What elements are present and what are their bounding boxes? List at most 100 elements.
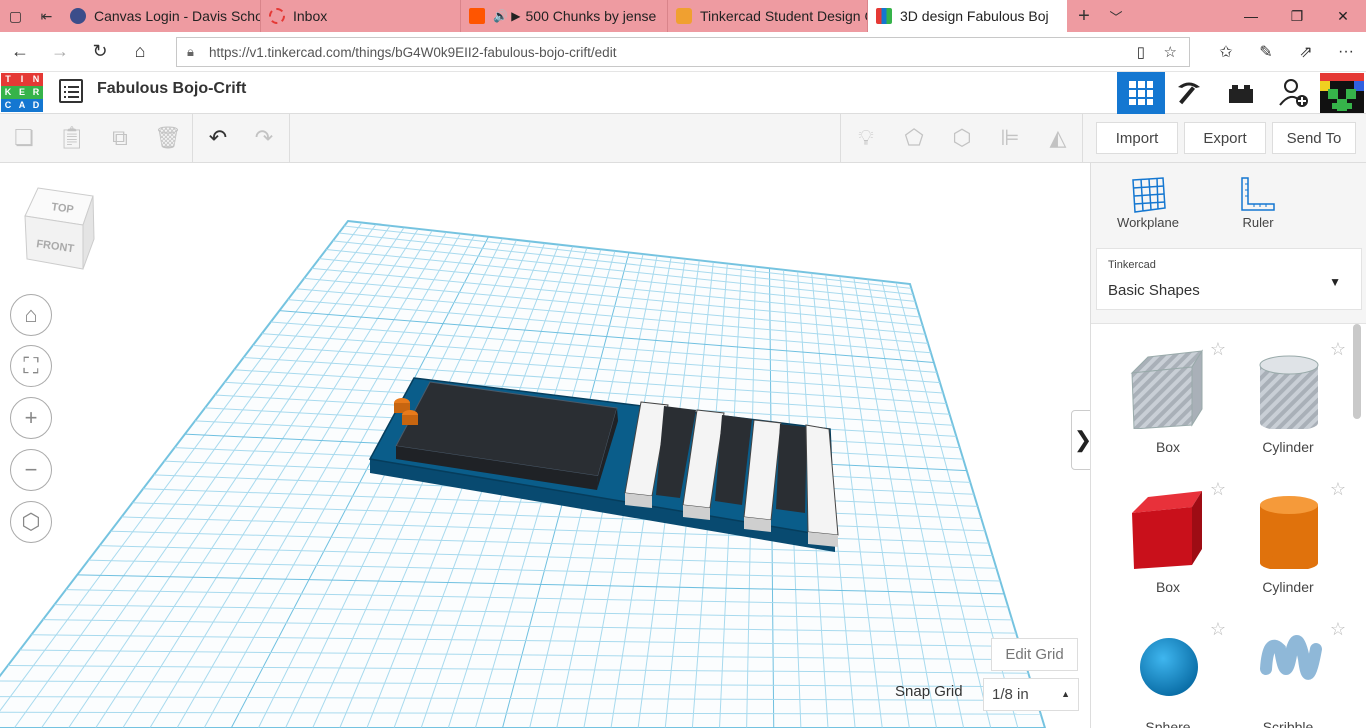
redo-icon[interactable]: ↷ <box>240 114 288 162</box>
workplane-icon <box>1103 175 1193 215</box>
browser-tab[interactable]: Canvas Login - Davis Schoo <box>62 0 261 32</box>
browser-tab[interactable]: Inbox <box>261 0 461 32</box>
tab-list-chevron-icon[interactable]: ﹀ <box>1101 7 1131 26</box>
reading-view-icon[interactable]: ▯ <box>1137 43 1145 61</box>
group-icon[interactable]: ⬠ <box>890 114 938 162</box>
snap-grid-value: 1/8 in <box>992 686 1029 703</box>
favorite-star-icon[interactable]: ☆ <box>1210 619 1226 640</box>
tinkercad-student-favicon <box>676 8 692 24</box>
ruler-label: Ruler <box>1242 215 1274 230</box>
soundcloud-favicon <box>469 8 485 24</box>
set-aside-tabs-icon[interactable]: ⇤ <box>31 0 62 32</box>
favorite-star-icon[interactable]: ☆ <box>1330 339 1346 360</box>
lightbulb-icon[interactable]: 💡︎ <box>842 114 890 162</box>
shape-library-select[interactable]: Tinkercad Basic Shapes ▼ <box>1096 248 1362 310</box>
forward-icon[interactable]: → <box>40 32 80 72</box>
tab-title: Canvas Login - Davis Schoo <box>94 8 261 24</box>
browser-tab[interactable]: 🔊 ▶ 500 Chunks by jense <box>461 0 668 32</box>
paste-icon[interactable]: 📋︎ <box>48 114 96 162</box>
browser-tab-bar: ▢ ⇤ Canvas Login - Davis Schoo Inbox 🔊 ▶… <box>0 0 1366 32</box>
workplane-tool[interactable]: Workplane <box>1103 175 1193 230</box>
url-field[interactable]: 🔒︎ https://v1.tinkercad.com/things/bG4W0… <box>176 37 1190 67</box>
duplicate-icon[interactable]: ⧉ <box>96 114 144 162</box>
workplane-scene[interactable]: TOP FRONT <box>0 163 1090 728</box>
add-user-icon[interactable] <box>1270 72 1318 114</box>
dropdown-arrow-icon: ▼ <box>1329 275 1341 289</box>
shape-orange-cylinder[interactable]: ☆ Cylinder <box>1228 469 1348 604</box>
snap-grid-select[interactable]: 1/8 in ▲ <box>983 678 1079 711</box>
pen-icon[interactable]: ✎ <box>1246 32 1286 72</box>
select-arrow-icon: ▲ <box>1061 689 1070 699</box>
design-menu-icon[interactable] <box>59 79 83 103</box>
tab-title: 3D design Fabulous Boj <box>900 8 1049 24</box>
grid-view-icon[interactable] <box>1117 72 1165 114</box>
ungroup-icon[interactable]: ⬡ <box>938 114 986 162</box>
favorite-star-icon[interactable]: ☆ <box>1164 43 1177 61</box>
refresh-icon[interactable]: ↻ <box>80 32 120 72</box>
ruler-icon <box>1213 175 1303 215</box>
view-cube[interactable]: TOP FRONT <box>24 187 95 270</box>
close-window-icon[interactable]: ✕ <box>1320 0 1366 32</box>
copy-icon[interactable]: ❏ <box>0 114 48 162</box>
import-button[interactable]: Import <box>1096 122 1178 154</box>
tab-title: Inbox <box>293 8 328 24</box>
app-header: T I N K E R C A D Fabulous Bojo-Crift <box>0 72 1366 114</box>
perspective-icon[interactable]: ⬡ <box>10 501 52 543</box>
favorite-star-icon[interactable]: ☆ <box>1210 479 1226 500</box>
new-tab-icon[interactable]: + <box>1067 5 1101 28</box>
audio-playing-icon[interactable]: 🔊 ▶ <box>493 9 521 23</box>
tab-preview-icon[interactable]: ▢ <box>0 0 31 32</box>
undo-icon[interactable]: ↶ <box>194 114 242 162</box>
shape-label: Sphere <box>1145 719 1191 728</box>
lego-brick-icon[interactable] <box>1217 72 1265 114</box>
pickaxe-icon[interactable] <box>1165 72 1213 114</box>
favorite-star-icon[interactable]: ☆ <box>1330 479 1346 500</box>
browser-tab[interactable]: Tinkercad Student Design C <box>668 0 868 32</box>
browser-tab-active[interactable]: 3D design Fabulous Boj <box>868 0 1067 32</box>
shapes-panel: Workplane Ruler Tinkercad Basic Shapes ▼… <box>1090 163 1366 728</box>
fit-view-icon[interactable]: ⛶ <box>10 345 52 387</box>
export-button[interactable]: Export <box>1184 122 1266 154</box>
more-icon[interactable]: ··· <box>1326 32 1366 72</box>
favorite-star-icon[interactable]: ☆ <box>1330 619 1346 640</box>
back-icon[interactable]: ← <box>0 32 40 72</box>
inbox-favicon <box>269 8 285 24</box>
shape-hole-cylinder[interactable]: ☆ Cylinder <box>1228 329 1348 464</box>
workplane-label: Workplane <box>1117 215 1179 230</box>
delete-icon[interactable]: 🗑︎ <box>144 114 192 162</box>
align-icon[interactable]: ⊫ <box>986 114 1034 162</box>
zoom-in-icon[interactable]: + <box>10 397 52 439</box>
home-icon[interactable]: ⌂ <box>120 32 160 72</box>
send-to-button[interactable]: Send To <box>1272 122 1356 154</box>
lock-icon: 🔒︎ <box>187 44 194 59</box>
shape-sphere[interactable]: ☆ Sphere <box>1108 609 1228 728</box>
shape-label: Scribble <box>1262 719 1314 728</box>
maximize-icon[interactable]: ❐ <box>1274 0 1320 32</box>
ruler-tool[interactable]: Ruler <box>1213 175 1303 230</box>
shape-red-box[interactable]: ☆ Box <box>1108 469 1228 604</box>
favorites-icon[interactable]: ✩ <box>1206 32 1246 72</box>
shape-hole-box[interactable]: ☆ Box <box>1108 329 1228 464</box>
minimize-icon[interactable]: — <box>1228 0 1274 32</box>
tinkercad-logo[interactable]: T I N K E R C A D <box>0 72 45 114</box>
tinkercad-favicon <box>876 8 892 24</box>
avatar[interactable] <box>1318 72 1366 114</box>
shape-label: Box <box>1155 439 1181 455</box>
design-viewport[interactable]: TOP FRONT ⌂ ⛶ + − ⬡ Edit Grid Snap Grid … <box>0 163 1090 728</box>
canvas-favicon <box>70 8 86 24</box>
edit-toolbar: ❏ 📋︎ ⧉ 🗑︎ ↶ ↷ 💡︎ ⬠ ⬡ ⊫ ◭ Import Export S… <box>0 114 1366 163</box>
library-category: Tinkercad <box>1108 259 1156 271</box>
scrollbar[interactable] <box>1353 324 1361 419</box>
favorite-star-icon[interactable]: ☆ <box>1210 339 1226 360</box>
zoom-out-icon[interactable]: − <box>10 449 52 491</box>
address-bar-row: ← → ↻ ⌂ 🔒︎ https://v1.tinkercad.com/thin… <box>0 32 1366 72</box>
shapes-grid: ☆ Box ☆ Cylinder ☆ Box ☆ Cylinder ☆ Sphe… <box>1091 323 1366 728</box>
design-title[interactable]: Fabulous Bojo-Crift <box>97 80 246 98</box>
edit-grid-button[interactable]: Edit Grid <box>991 638 1078 671</box>
url-text: https://v1.tinkercad.com/things/bG4W0k9E… <box>209 44 617 60</box>
shape-label: Box <box>1155 579 1181 595</box>
shape-scribble[interactable]: ☆ Scribble <box>1228 609 1348 728</box>
share-icon[interactable]: ⇗ <box>1286 32 1326 72</box>
mirror-icon[interactable]: ◭ <box>1034 114 1082 162</box>
home-view-icon[interactable]: ⌂ <box>10 294 52 336</box>
